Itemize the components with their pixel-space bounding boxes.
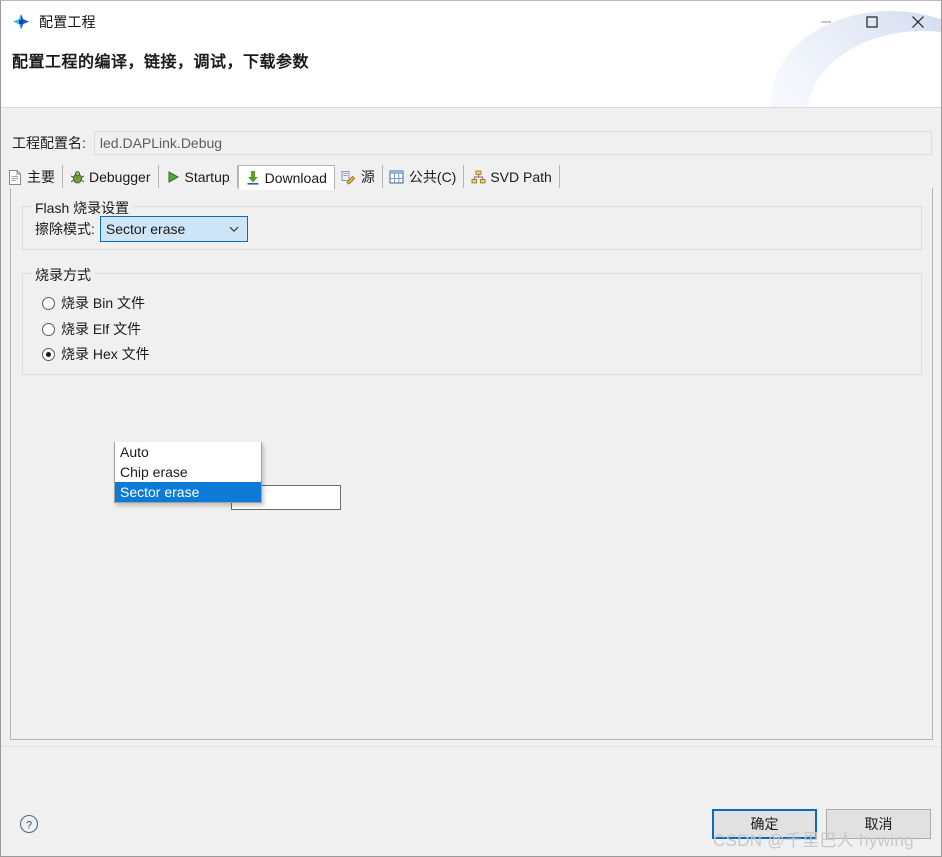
- flash-settings-group-title: Flash 烧录设置: [32, 198, 134, 218]
- erase-mode-combobox-value: Sector erase: [105, 221, 186, 237]
- radio-burn-bin-indicator: [42, 296, 55, 310]
- source-edit-icon: [341, 169, 357, 185]
- tab-main[interactable]: 主要: [1, 165, 63, 189]
- radio-burn-elf-label: 烧录 Elf 文件: [61, 321, 142, 337]
- burn-method-group: 烧录方式 烧录 Bin 文件 烧录 Elf 文件 烧录 Hex 文件: [22, 265, 922, 375]
- dropdown-option-auto[interactable]: Auto: [115, 442, 261, 462]
- radio-burn-hex[interactable]: 烧录 Hex 文件: [42, 344, 150, 364]
- tab-main-label: 主要: [27, 169, 55, 185]
- minimize-icon[interactable]: [803, 1, 849, 42]
- dropdown-option-auto-label: Auto: [120, 444, 149, 460]
- dialog-footer: ? 确定 取消: [1, 746, 941, 856]
- dropdown-option-sector-erase-label: Sector erase: [120, 484, 200, 500]
- download-tab-panel: Flash 烧录设置 擦除模式: Sector erase 烧录方式 烧录 Bi…: [10, 188, 933, 740]
- tab-bar: 主要 Debugger Startup Download 源 公共(C) SVD…: [1, 165, 941, 190]
- app-star-icon: [12, 13, 30, 31]
- dropdown-option-chip-erase-label: Chip erase: [120, 464, 188, 480]
- maximize-icon[interactable]: [849, 1, 895, 42]
- tab-common[interactable]: 公共(C): [382, 165, 465, 189]
- title-bar: 配置工程: [1, 1, 941, 42]
- header-separator: [1, 107, 941, 108]
- tab-download[interactable]: Download: [237, 165, 335, 190]
- burn-method-group-title: 烧录方式: [32, 265, 95, 285]
- table-icon: [389, 169, 405, 185]
- hierarchy-icon: [470, 169, 486, 185]
- dialog-header: 配置工程 配置工程的编译，链接，调试，下载参数: [1, 1, 941, 108]
- cancel-button[interactable]: 取消: [826, 809, 931, 839]
- dialog-subtitle: 配置工程的编译，链接，调试，下载参数: [12, 54, 310, 71]
- radio-burn-hex-indicator: [42, 347, 55, 361]
- tab-bar-filler: [560, 165, 941, 189]
- ok-button[interactable]: 确定: [712, 809, 817, 839]
- dropdown-option-chip-erase[interactable]: Chip erase: [115, 462, 261, 482]
- configure-project-dialog: 配置工程 配置工程的编译，链接，调试，下载参数 工程配置名: led.DAPLi…: [0, 0, 942, 857]
- tab-source-label: 源: [360, 169, 375, 185]
- chevron-down-icon: [228, 223, 240, 235]
- tab-source[interactable]: 源: [334, 165, 383, 189]
- radio-burn-bin-label: 烧录 Bin 文件: [61, 295, 146, 311]
- flash-settings-group: Flash 烧录设置 擦除模式: Sector erase: [22, 198, 922, 250]
- tab-svd-path-label: SVD Path: [490, 169, 552, 185]
- tab-startup[interactable]: Startup: [158, 165, 238, 189]
- close-icon[interactable]: [895, 1, 941, 42]
- play-icon: [165, 169, 181, 185]
- document-icon: [7, 169, 23, 185]
- tab-common-label: 公共(C): [408, 169, 457, 185]
- tab-debugger-label: Debugger: [89, 169, 151, 185]
- window-controls: [803, 1, 941, 42]
- radio-burn-elf[interactable]: 烧录 Elf 文件: [42, 319, 141, 339]
- erase-mode-dropdown-list[interactable]: Auto Chip erase Sector erase: [114, 442, 262, 503]
- help-icon[interactable]: ?: [19, 814, 39, 834]
- dropdown-option-sector-erase[interactable]: Sector erase: [115, 482, 261, 502]
- erase-mode-row: 擦除模式: Sector erase: [35, 216, 248, 242]
- radio-burn-bin[interactable]: 烧录 Bin 文件: [42, 293, 145, 313]
- erase-mode-label: 擦除模式:: [35, 221, 95, 237]
- svg-text:?: ?: [26, 819, 32, 831]
- tab-download-label: Download: [264, 169, 327, 186]
- bug-icon: [69, 169, 85, 185]
- radio-burn-hex-label: 烧录 Hex 文件: [61, 346, 150, 362]
- erase-mode-combobox[interactable]: Sector erase: [99, 216, 248, 242]
- tab-debugger[interactable]: Debugger: [63, 165, 159, 189]
- config-name-row: 工程配置名:: [1, 129, 941, 157]
- download-icon: [245, 170, 261, 186]
- tab-svd-path[interactable]: SVD Path: [464, 165, 560, 189]
- window-title: 配置工程: [39, 13, 96, 30]
- radio-burn-elf-indicator: [42, 322, 55, 336]
- config-name-input[interactable]: [93, 131, 932, 155]
- tab-startup-label: Startup: [184, 169, 230, 185]
- config-name-label: 工程配置名:: [12, 135, 86, 151]
